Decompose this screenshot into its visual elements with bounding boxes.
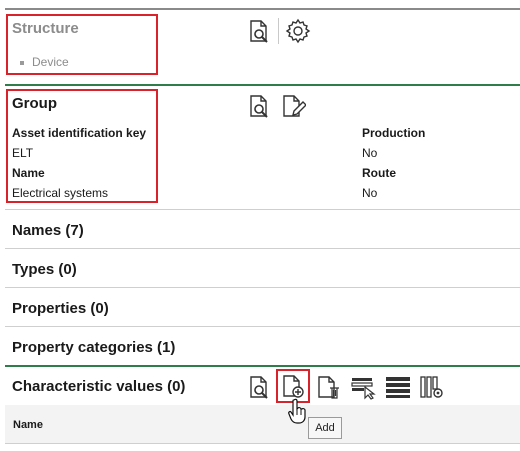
name-value: Electrical systems — [12, 186, 109, 200]
names-divider — [5, 248, 520, 249]
route-label: Route — [362, 166, 396, 180]
structure-list-item[interactable]: Device — [20, 55, 69, 69]
table-header — [5, 405, 520, 443]
structure-divider — [5, 84, 520, 86]
name-label: Name — [12, 166, 45, 180]
section-types[interactable]: Types (0) — [12, 261, 77, 278]
section-properties[interactable]: Properties (0) — [12, 300, 109, 317]
table-bottom-divider — [5, 443, 520, 444]
columns-settings-icon[interactable] — [419, 374, 445, 400]
properties-divider — [5, 326, 520, 327]
document-search-icon[interactable] — [246, 93, 272, 119]
gear-icon[interactable] — [285, 18, 311, 44]
top-divider — [5, 8, 520, 10]
document-search-icon[interactable] — [246, 18, 272, 44]
toolbar-separator — [278, 18, 279, 44]
document-add-icon[interactable] — [280, 373, 306, 399]
section-property-categories[interactable]: Property categories (1) — [12, 339, 175, 356]
group-title: Group — [12, 95, 57, 112]
add-tooltip: Add — [308, 417, 342, 439]
document-edit-icon[interactable] — [280, 93, 306, 119]
structure-title: Structure — [12, 20, 79, 37]
asset-key-label: Asset identification key — [12, 126, 147, 140]
route-value: No — [362, 186, 378, 200]
bullet-icon — [20, 60, 24, 65]
production-value: No — [362, 146, 378, 160]
filter-select-icon[interactable] — [350, 374, 376, 400]
hand-cursor-icon — [288, 398, 308, 424]
types-divider — [5, 287, 520, 288]
asset-key-value: ELT — [12, 146, 34, 160]
structure-item-label: Device — [32, 55, 69, 69]
rows-icon[interactable] — [385, 374, 411, 400]
document-delete-icon[interactable] — [315, 374, 341, 400]
section-names[interactable]: Names (7) — [12, 222, 84, 239]
column-header-name[interactable]: Name — [13, 419, 43, 431]
property-categories-divider — [5, 365, 520, 367]
production-label: Production — [362, 126, 426, 140]
group-divider — [5, 209, 520, 210]
section-characteristic-values[interactable]: Characteristic values (0) — [12, 378, 185, 395]
document-search-icon[interactable] — [246, 374, 272, 400]
